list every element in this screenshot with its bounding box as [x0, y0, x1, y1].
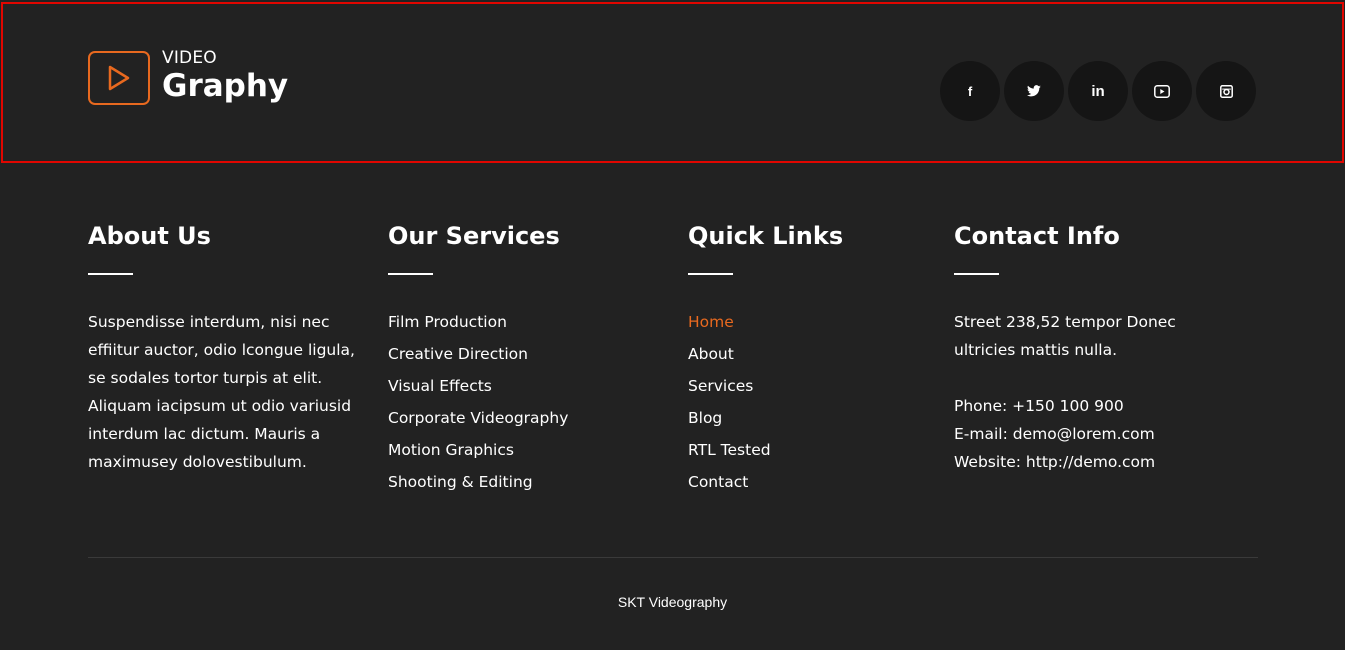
quick-links-list: Home About Services Blog RTL Tested Cont…: [688, 306, 843, 498]
list-item: Film Production: [388, 306, 568, 338]
list-item: Visual Effects: [388, 370, 568, 402]
quick-links-heading: Quick Links: [688, 222, 844, 250]
facebook-button[interactable]: f: [940, 61, 1000, 121]
contact-heading: Contact Info: [954, 222, 1120, 250]
services-column: Our Services Film Production Creative Di…: [388, 220, 568, 498]
list-item: About: [688, 338, 843, 370]
service-link-shooting-editing[interactable]: Shooting & Editing: [388, 473, 533, 491]
contact-heading-rule: [954, 273, 999, 275]
services-list: Film Production Creative Direction Visua…: [388, 306, 568, 498]
list-item: Shooting & Editing: [388, 466, 568, 498]
about-column: About Us Suspendisse interdum, nisi nec …: [88, 220, 356, 476]
about-heading-rule: [88, 273, 133, 275]
copyright-text: SKT Videography: [617, 594, 728, 610]
contact-phone: Phone: +150 100 900: [954, 397, 1124, 415]
logo-small-text: VIDEO: [162, 48, 217, 68]
service-link-corporate-videography[interactable]: Corporate Videography: [388, 409, 568, 427]
contact-address: Street 238,52 tempor Donec ultricies mat…: [954, 313, 1176, 359]
linkedin-button[interactable]: in: [1068, 61, 1128, 121]
twitter-icon: [1027, 85, 1041, 97]
contact-column: Contact Info Street 238,52 tempor Donec …: [954, 220, 1214, 476]
list-item: Contact: [688, 466, 843, 498]
play-icon: [88, 51, 150, 105]
list-item: Blog: [688, 402, 843, 434]
list-item: RTL Tested: [688, 434, 843, 466]
list-item: Home: [688, 306, 843, 338]
quick-link-about[interactable]: About: [688, 345, 734, 363]
contact-website: Website: http://demo.com: [954, 453, 1156, 471]
site-logo[interactable]: VIDEO Graphy: [88, 48, 289, 105]
quick-link-services[interactable]: Services: [688, 377, 753, 395]
footer-divider: [88, 557, 1258, 558]
instagram-button[interactable]: [1196, 61, 1256, 121]
services-heading-rule: [388, 273, 433, 275]
service-link-film-production[interactable]: Film Production: [388, 313, 507, 331]
facebook-icon: f: [967, 83, 973, 99]
service-link-creative-direction[interactable]: Creative Direction: [388, 345, 528, 363]
list-item: Creative Direction: [388, 338, 568, 370]
contact-email: E-mail: demo@lorem.com: [954, 425, 1155, 443]
about-text: Suspendisse interdum, nisi nec effiitur …: [88, 313, 355, 471]
list-item: Services: [688, 370, 843, 402]
quick-link-rtl-tested[interactable]: RTL Tested: [688, 441, 771, 459]
footer-page: VIDEO Graphy f in About Us Suspendisse i…: [0, 0, 1345, 650]
social-links: f in: [940, 61, 1260, 121]
instagram-icon: [1219, 84, 1233, 98]
services-heading: Our Services: [388, 222, 560, 250]
quick-links-heading-rule: [688, 273, 733, 275]
quick-link-contact[interactable]: Contact: [688, 473, 748, 491]
quick-link-home[interactable]: Home: [688, 313, 734, 331]
service-link-motion-graphics[interactable]: Motion Graphics: [388, 441, 514, 459]
list-item: Corporate Videography: [388, 402, 568, 434]
quick-links-column: Quick Links Home About Services Blog RTL…: [688, 220, 843, 498]
about-heading: About Us: [88, 222, 211, 250]
linkedin-icon: in: [1091, 82, 1105, 100]
youtube-icon: [1154, 84, 1170, 98]
quick-link-blog[interactable]: Blog: [688, 409, 722, 427]
twitter-button[interactable]: [1004, 61, 1064, 121]
list-item: Motion Graphics: [388, 434, 568, 466]
service-link-visual-effects[interactable]: Visual Effects: [388, 377, 492, 395]
logo-big-text: Graphy: [162, 68, 289, 104]
youtube-button[interactable]: [1132, 61, 1192, 121]
